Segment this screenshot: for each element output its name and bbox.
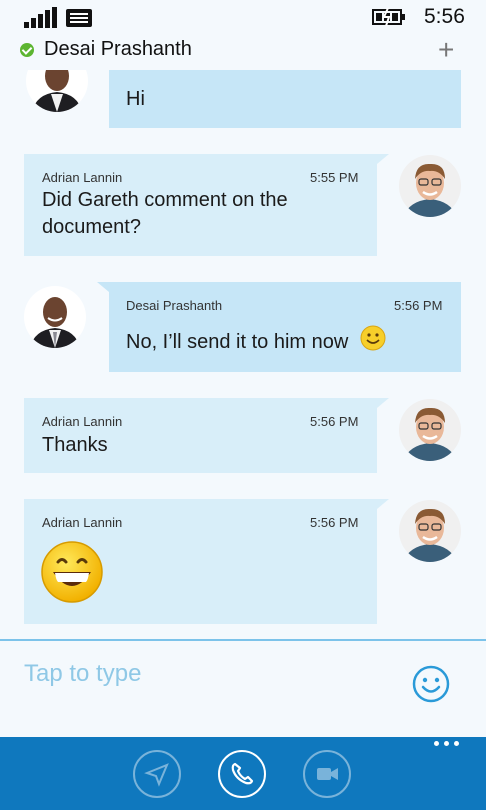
message-time: 5:56 PM [310,414,359,429]
bubble-tail [97,282,109,292]
message-text: No, I’ll send it to him now [126,331,349,353]
message-text-line: document? [42,216,141,238]
sender-name: Adrian Lannin [42,414,123,429]
video-icon [317,768,338,780]
presence-available-icon [20,43,34,57]
bubble-tail [377,398,389,408]
sender-name: Adrian Lannin [42,170,123,185]
battery-charging-icon [372,8,405,26]
message-time: 5:56 PM [394,298,443,313]
avatar-adrian[interactable] [399,155,461,217]
smile-emoticon-icon [360,325,386,351]
status-bar: 5:56 [0,0,486,36]
message-time: 5:55 PM [310,170,359,185]
contact-name[interactable]: Desai Prashanth [44,38,192,61]
send-button[interactable] [133,750,181,798]
avatar-adrian[interactable] [399,399,461,461]
more-dots-icon[interactable] [432,741,462,751]
app-bar [0,737,486,810]
avatar-adrian[interactable] [399,500,461,562]
conversation-header: Desai Prashanth + [0,36,486,66]
sender-name: Adrian Lannin [42,515,123,530]
smiley-icon[interactable] [412,665,450,703]
sender-name: Desai Prashanth [126,298,223,313]
message-time: 5:56 PM [310,515,359,530]
conversation-list[interactable]: Hi Adrian Lannin 5:55 PM Did Gareth comm… [0,70,486,640]
clock: 5:56 [424,5,465,28]
bubble-tail [377,154,389,164]
message-input[interactable] [24,657,384,691]
bubble-tail [377,499,389,509]
message-text-line: Did Gareth comment on the [42,189,288,211]
message-bubble[interactable] [109,282,461,372]
video-call-button[interactable] [303,750,351,798]
phone-icon [231,762,254,785]
message-icon [66,9,92,27]
composer [0,641,486,737]
message-bubble[interactable] [109,70,461,128]
signal-icon [24,7,58,28]
message-text: Thanks [42,434,108,456]
call-button[interactable] [218,750,266,798]
send-icon [144,763,169,787]
avatar-desai[interactable] [24,286,86,348]
avatar-desai[interactable] [26,70,88,112]
plus-icon[interactable]: + [438,36,454,64]
big-laugh-emoticon-icon [41,541,103,603]
message-text: Hi [126,88,145,110]
